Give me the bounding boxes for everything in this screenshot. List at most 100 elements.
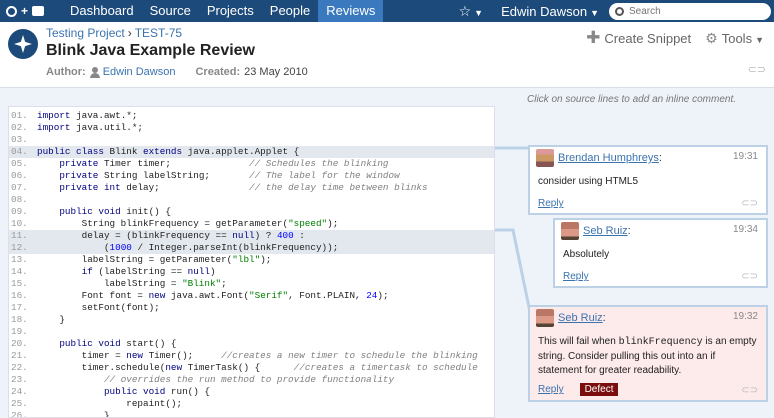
source-line[interactable]: 23. // overrides the run method to provi…: [9, 374, 494, 386]
line-number: 14.: [11, 266, 28, 277]
line-source: timer.schedule(new TimerTask() { //creat…: [37, 362, 478, 373]
avatar: [536, 309, 554, 327]
tools-menu[interactable]: ⚙ Tools ▼: [705, 30, 764, 47]
line-number: 05.: [11, 158, 28, 169]
line-source: private int delay; // the delay time bet…: [59, 182, 428, 193]
source-line[interactable]: 07. private int delay; // the delay time…: [9, 182, 494, 194]
line-source: if (labelString == null): [81, 266, 216, 277]
source-line[interactable]: 20. public void start() {: [9, 338, 494, 350]
source-line[interactable]: 15. labelString = "Blink";: [9, 278, 494, 290]
comment-author[interactable]: Seb Ruiz: [583, 225, 628, 237]
reply-link[interactable]: Reply: [538, 384, 564, 395]
source-line[interactable]: 03.: [9, 134, 494, 146]
line-source: public void init() {: [59, 206, 171, 217]
source-line[interactable]: 21. timer = new Timer(); //creates a new…: [9, 350, 494, 362]
source-line[interactable]: 01. import java.awt.*;: [9, 110, 494, 122]
created-label: Created:: [195, 66, 241, 78]
line-number: 21.: [11, 350, 28, 361]
reply-link[interactable]: Reply: [563, 271, 589, 282]
source-line[interactable]: 13. labelString = getParameter("lbl");: [9, 254, 494, 266]
breadcrumb: Testing Project › TEST-75: [46, 26, 183, 40]
nav-dashboard[interactable]: Dashboard: [62, 0, 142, 22]
review-header: Testing Project › TEST-75 Blink Java Examp…: [0, 22, 774, 88]
source-line[interactable]: 08.: [9, 194, 494, 206]
link-icon[interactable]: ⊂⊃: [741, 385, 758, 396]
comment-thread-defect: Seb Ruiz: 19:32 This will fail when blin…: [528, 305, 768, 402]
line-source: timer = new Timer(); //creates a new tim…: [37, 350, 478, 361]
source-line[interactable]: 25. repaint();: [9, 398, 494, 410]
author-link[interactable]: Edwin Dawson: [103, 66, 176, 78]
line-number: 01.: [11, 110, 28, 121]
review-icon: [8, 29, 38, 59]
line-number: 25.: [11, 398, 28, 409]
nav-people[interactable]: People: [262, 0, 318, 22]
defect-badge: Defect: [579, 383, 619, 396]
comment-text: Absolutely: [563, 249, 610, 260]
line-number: 13.: [11, 254, 28, 265]
line-number: 22.: [11, 362, 28, 373]
line-number: 19.: [11, 326, 28, 337]
comment-time: 19:34: [732, 224, 758, 235]
line-number: 23.: [11, 374, 28, 385]
line-source: public void run() {: [103, 386, 210, 397]
line-number: 10.: [11, 218, 28, 229]
comment-author[interactable]: Seb Ruiz: [558, 312, 603, 324]
plus-icon: ✚: [586, 28, 601, 47]
line-source: repaint();: [37, 398, 183, 409]
avatar: [561, 222, 579, 240]
source-line[interactable]: 10. String blinkFrequency = getParameter…: [9, 218, 494, 230]
breadcrumb-review[interactable]: TEST-75: [135, 26, 182, 40]
source-line[interactable]: 16. Font font = new java.awt.Font("Serif…: [9, 290, 494, 302]
source-line[interactable]: 09. public void init() {: [9, 206, 494, 218]
comment-time: 19:32: [732, 311, 758, 322]
favourites-star-icon[interactable]: ☆ ▼: [459, 3, 483, 20]
source-line[interactable]: 06. private String labelString; // The l…: [9, 170, 494, 182]
line-number: 18.: [11, 314, 28, 325]
line-number: 04.: [11, 146, 28, 157]
source-line[interactable]: 11. delay = (blinkFrequency == null) ? 4…: [9, 230, 494, 242]
source-line[interactable]: 26. }: [9, 410, 494, 418]
link-icon[interactable]: ⊂⊃: [741, 271, 758, 282]
inbox-icon: [32, 6, 45, 16]
source-line[interactable]: 14. if (labelString == null): [9, 266, 494, 278]
source-line[interactable]: 04. public class Blink extends java.apple…: [9, 146, 494, 158]
reply-link[interactable]: Reply: [538, 198, 564, 209]
line-number: 16.: [11, 290, 28, 301]
nav-projects[interactable]: Projects: [199, 0, 262, 22]
search-box[interactable]: [609, 2, 771, 20]
line-source: }: [37, 314, 65, 325]
line-number: 02.: [11, 122, 28, 133]
app-logo[interactable]: +: [0, 4, 62, 18]
link-icon[interactable]: ⊂⊃: [748, 63, 766, 76]
source-line[interactable]: 05. private Timer timer; // Schedules th…: [9, 158, 494, 170]
source-line[interactable]: 02. import java.util.*;: [9, 122, 494, 134]
source-line[interactable]: 24. public void run() {: [9, 386, 494, 398]
source-line[interactable]: 22. timer.schedule(new TimerTask() { //c…: [9, 362, 494, 374]
comment-text: consider using HTML5: [538, 176, 639, 187]
source-line[interactable]: 18. }: [9, 314, 494, 326]
source-line[interactable]: 17. setFont(font);: [9, 302, 494, 314]
line-source: import java.util.*;: [37, 122, 144, 133]
comment-text: This will fail when blinkFrequency is an…: [538, 336, 757, 376]
line-source: import java.awt.*;: [37, 110, 138, 121]
author-label: Author:: [46, 66, 86, 78]
comment-author[interactable]: Brendan Humphreys: [558, 152, 659, 164]
line-source: }: [37, 410, 110, 418]
top-nav: + Dashboard Source Projects People Revie…: [0, 0, 774, 22]
line-number: 03.: [11, 134, 28, 145]
link-icon[interactable]: ⊂⊃: [741, 198, 758, 209]
created-date: 23 May 2010: [244, 66, 308, 78]
nav-source[interactable]: Source: [142, 0, 199, 22]
gear-icon: ⚙: [705, 29, 718, 46]
plus-icon: +: [21, 4, 29, 18]
source-line[interactable]: 19.: [9, 326, 494, 338]
source-line[interactable]: 12. (1000 / Integer.parseInt(blinkFreque…: [9, 242, 494, 254]
review-meta: Author: Edwin Dawson Created: 23 May 201…: [46, 66, 308, 78]
person-icon: [89, 66, 100, 78]
create-snippet-button[interactable]: ✚ Create Snippet: [586, 28, 691, 48]
comment-reply: Seb Ruiz: 19:34 Absolutely Reply ⊂⊃: [553, 218, 768, 288]
nav-reviews[interactable]: Reviews: [318, 0, 384, 22]
line-source: public class Blink extends java.applet.A…: [37, 146, 300, 157]
search-input[interactable]: [629, 5, 759, 17]
breadcrumb-project[interactable]: Testing Project: [46, 26, 125, 40]
